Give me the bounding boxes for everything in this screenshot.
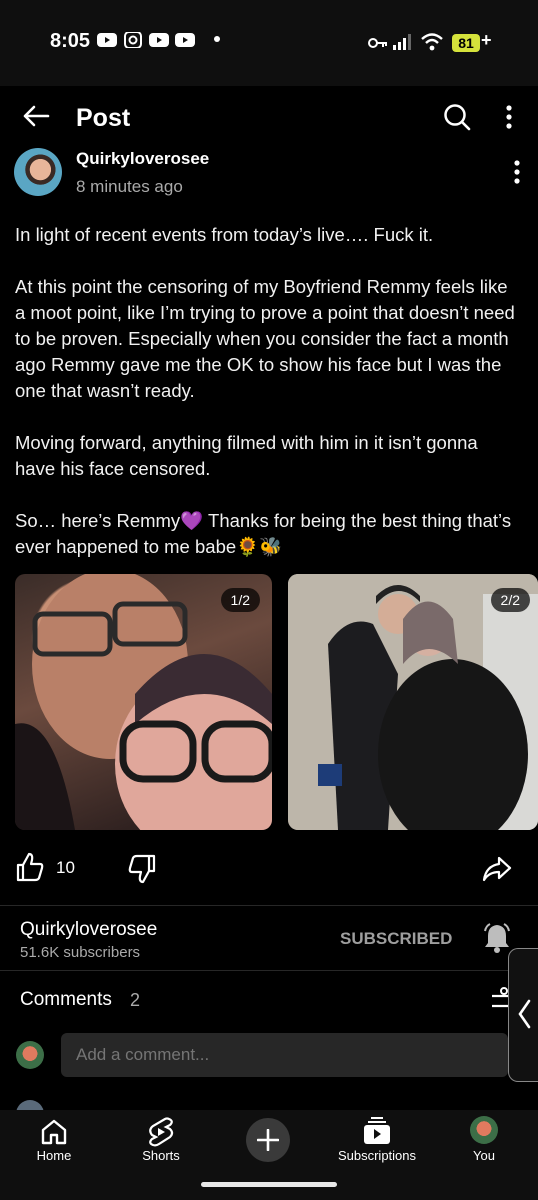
nav-you[interactable]: You (439, 1114, 529, 1174)
dislike-icon[interactable] (128, 854, 156, 884)
chevron-left-icon (518, 999, 531, 1029)
vpn-key-icon (368, 38, 387, 48)
comment-input[interactable] (61, 1033, 508, 1077)
nav-home[interactable]: Home (9, 1114, 99, 1174)
like-count: 10 (56, 858, 75, 877)
nav-subscriptions-label: Subscriptions (337, 1148, 417, 1163)
signal-icon (393, 34, 411, 50)
more-notifications-dot (214, 36, 220, 42)
post-paragraph: In light of recent events from today’s l… (15, 224, 434, 245)
status-time: 8:05 (50, 30, 91, 52)
youtube-notification-icon (97, 33, 117, 47)
more-options-icon[interactable] (504, 104, 514, 130)
image-counter: 1/2 (220, 588, 260, 612)
battery-indicator: 81 (452, 34, 480, 52)
notification-bell-icon[interactable] (482, 922, 512, 954)
subscriptions-icon (364, 1117, 390, 1144)
charging-indicator: + (481, 30, 492, 50)
like-icon[interactable] (16, 852, 44, 882)
wifi-icon (421, 33, 443, 51)
current-user-avatar (16, 1041, 44, 1069)
author-name[interactable]: Quirkyloverosee (76, 149, 209, 169)
edge-panel-handle[interactable] (508, 948, 538, 1082)
back-arrow-icon[interactable] (22, 104, 50, 128)
home-icon (41, 1119, 67, 1145)
post-body: In light of recent events from today’s l… (15, 222, 515, 586)
author-avatar[interactable] (14, 148, 62, 196)
share-icon[interactable] (482, 856, 512, 882)
plus-icon (257, 1129, 279, 1151)
you-avatar (470, 1116, 498, 1144)
photo-couple-standing (288, 574, 538, 830)
page-title: Post (76, 104, 131, 132)
gesture-home-indicator[interactable] (201, 1182, 337, 1187)
nav-subscriptions[interactable]: Subscriptions (331, 1114, 423, 1174)
channel-name[interactable]: Quirkyloverosee (20, 919, 157, 941)
nav-shorts-label: Shorts (142, 1148, 180, 1163)
search-icon[interactable] (443, 103, 471, 131)
notification-icons (97, 32, 195, 48)
youtube-notification-icon (175, 33, 195, 47)
post-paragraph: So… here’s Remmy💜 Thanks for being the b… (15, 510, 512, 557)
instagram-notification-icon (124, 32, 142, 48)
image-counter: 2/2 (490, 588, 530, 612)
comments-title[interactable]: Comments (20, 989, 112, 1011)
nav-you-label: You (473, 1148, 495, 1163)
photo-couple-selfie (15, 574, 272, 830)
post-image-1[interactable]: 1/2 (15, 574, 272, 830)
create-button[interactable] (246, 1118, 290, 1162)
shorts-icon (149, 1117, 174, 1147)
post-image-2[interactable]: 2/2 (288, 574, 538, 830)
post-menu-icon[interactable] (512, 159, 522, 185)
post-paragraph: At this point the censoring of my Boyfri… (15, 276, 515, 401)
nav-home-label: Home (36, 1148, 72, 1163)
post-paragraph: Moving forward, anything filmed with him… (15, 432, 478, 479)
post-timestamp: 8 minutes ago (76, 177, 183, 196)
nav-shorts[interactable]: Shorts (116, 1114, 206, 1174)
subscriber-count: 51.6K subscribers (20, 944, 141, 961)
comments-count: 2 (130, 990, 141, 1010)
youtube-notification-icon (149, 33, 169, 47)
subscribed-button[interactable]: SUBSCRIBED (340, 929, 452, 949)
